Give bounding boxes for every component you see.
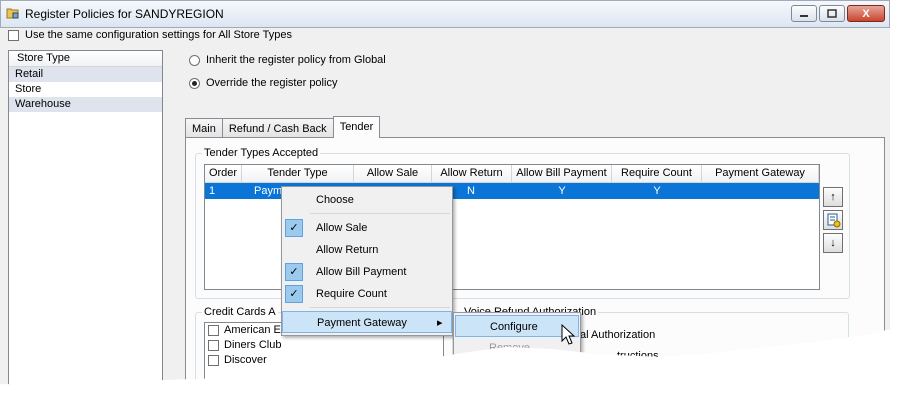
menu-item-label: Configure: [490, 321, 538, 333]
edit-document-icon: [827, 213, 841, 228]
store-type-header: Store Type: [9, 51, 162, 67]
diners-club-label: Diners Club: [224, 339, 282, 351]
col-tender-type[interactable]: Tender Type: [242, 165, 354, 182]
move-down-button[interactable]: ↓: [823, 233, 843, 253]
discover-label: Discover: [224, 354, 267, 366]
col-allow-return[interactable]: Allow Return: [432, 165, 512, 182]
title-bar: Register Policies for SANDYREGION X: [0, 0, 890, 28]
edit-tender-button[interactable]: [823, 210, 843, 230]
menu-item-label: Allow Bill Payment: [316, 266, 407, 278]
menu-item-payment-gateway[interactable]: Payment Gateway ▸: [282, 311, 452, 333]
grid-header: Order Tender Type Allow Sale Allow Retur…: [205, 165, 819, 183]
maximize-icon: [827, 9, 837, 18]
menu-item-require-count[interactable]: ✓ Require Count: [282, 283, 452, 305]
menu-item-label: Choose: [316, 194, 354, 206]
mouse-cursor-icon: [561, 324, 576, 345]
same-config-label: Use the same configuration settings for …: [25, 29, 292, 41]
col-require-count[interactable]: Require Count: [612, 165, 702, 182]
menu-separator: [310, 213, 450, 214]
instructions-label: tructions: [617, 350, 659, 362]
close-button[interactable]: X: [847, 5, 885, 22]
tab-tender[interactable]: Tender: [332, 116, 381, 138]
close-icon: X: [862, 7, 870, 20]
col-payment-gateway[interactable]: Payment Gateway: [702, 165, 819, 182]
menu-item-allow-bill-payment[interactable]: ✓ Allow Bill Payment: [282, 261, 452, 283]
menu-item-label: Payment Gateway: [317, 317, 407, 329]
diners-club-checkbox[interactable]: [208, 340, 219, 351]
menu-item-allow-return[interactable]: Allow Return: [282, 239, 452, 261]
context-menu: Choose ✓ Allow Sale Allow Return ✓ Allow…: [281, 186, 453, 336]
minimize-icon: [800, 14, 808, 17]
list-item[interactable]: Diners Club: [205, 338, 443, 353]
minimize-button[interactable]: [791, 5, 817, 22]
store-type-item-retail[interactable]: Retail: [9, 67, 162, 82]
tender-types-title: Tender Types Accepted: [202, 147, 321, 159]
american-express-checkbox[interactable]: [208, 325, 219, 336]
menu-item-label: Allow Sale: [316, 222, 368, 234]
same-config-checkbox[interactable]: [8, 30, 19, 41]
store-type-item-warehouse[interactable]: Warehouse: [9, 97, 162, 112]
menu-item-label: Remove: [489, 342, 530, 354]
override-policy-radio[interactable]: [189, 78, 200, 89]
voice-refund-label: al Authorization: [580, 329, 656, 341]
tab-main[interactable]: Main: [185, 118, 223, 138]
col-allow-sale[interactable]: Allow Sale: [354, 165, 432, 182]
cell-payment-gateway: [702, 183, 819, 199]
inherit-policy-label: Inherit the register policy from Global: [206, 54, 386, 66]
window-title: Register Policies for SANDYREGION: [25, 7, 224, 21]
check-icon: ✓: [285, 263, 303, 281]
cell-require-count: Y: [653, 185, 661, 197]
menu-item-label: Allow Return: [316, 244, 379, 256]
menu-item-label: Require Count: [316, 288, 387, 300]
arrow-down-icon: ↓: [830, 237, 836, 249]
col-order[interactable]: Order: [205, 165, 242, 182]
arrow-up-icon: ↑: [830, 191, 836, 203]
tab-refund-cash-back[interactable]: Refund / Cash Back: [221, 118, 334, 138]
move-up-button[interactable]: ↑: [823, 187, 843, 207]
policy-tabs: Main Refund / Cash Back Tender: [185, 116, 381, 138]
store-type-list[interactable]: Store Type Retail Store Warehouse: [8, 50, 163, 385]
col-allow-bill-payment[interactable]: Allow Bill Payment: [512, 165, 612, 182]
folder-lock-icon: [6, 8, 19, 19]
maximize-button[interactable]: [819, 5, 845, 22]
menu-item-choose[interactable]: Choose: [282, 189, 452, 211]
menu-item-allow-sale[interactable]: ✓ Allow Sale: [282, 217, 452, 239]
store-type-item-store[interactable]: Store: [9, 82, 162, 97]
credit-cards-title: Credit Cards A: [202, 306, 278, 318]
inherit-policy-radio[interactable]: [189, 55, 200, 66]
register-policies-window: Register Policies for SANDYREGION X Use …: [0, 0, 890, 385]
override-policy-label: Override the register policy: [206, 77, 338, 89]
check-icon: ✓: [285, 219, 303, 237]
check-icon: ✓: [285, 285, 303, 303]
submenu-arrow-icon: ▸: [437, 317, 443, 329]
discover-checkbox[interactable]: [208, 355, 219, 366]
cell-allow-bill-payment: Y: [558, 185, 566, 197]
cell-order: 1: [209, 185, 216, 197]
list-item[interactable]: Discover: [205, 353, 443, 368]
menu-separator: [310, 307, 450, 308]
